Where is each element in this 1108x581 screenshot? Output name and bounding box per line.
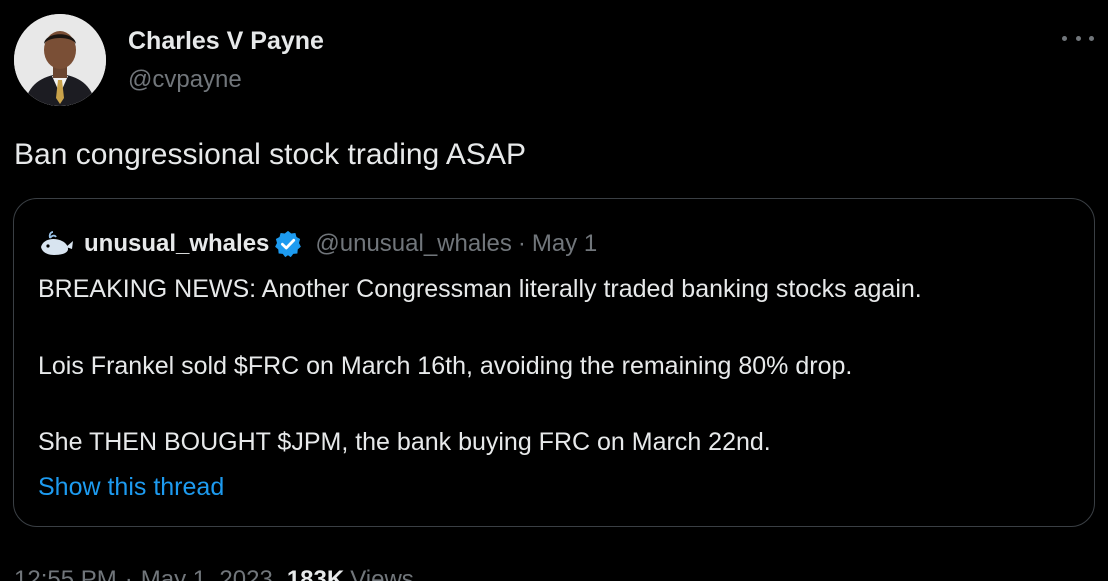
more-dot: [1089, 35, 1094, 41]
views-count: 183K: [286, 566, 345, 581]
author-display-name[interactable]: Charles V Payne: [128, 27, 324, 56]
verified-badge-icon: [275, 230, 302, 258]
tweet-date[interactable]: May 1, 2023: [141, 566, 273, 581]
quoted-tweet-card[interactable]: unusual_whales @unusual_whales · May 1 B…: [13, 198, 1095, 527]
header-separator: ·: [517, 230, 526, 257]
tweet-text: Ban congressional stock trading ASAP: [14, 138, 526, 171]
quoted-tweet-line: BREAKING NEWS: Another Congressman liter…: [38, 275, 922, 303]
tweet-container: Charles V Payne @cvpayne Ban congression…: [0, 0, 1108, 581]
show-thread-link[interactable]: Show this thread: [38, 473, 224, 502]
author-handle[interactable]: @cvpayne: [128, 66, 242, 94]
whale-icon: [41, 231, 73, 255]
more-dot: [1062, 35, 1067, 41]
more-dot: [1075, 35, 1081, 41]
quoted-author-handle[interactable]: @unusual_whales: [315, 230, 512, 258]
quoted-tweet-header: unusual_whales @unusual_whales · May 1: [38, 228, 597, 260]
tweet-meta-row: 12:55 PM · May 1, 2023 183K Views: [14, 566, 414, 581]
quoted-tweet-date[interactable]: May 1: [532, 230, 597, 258]
quoted-tweet-line: Lois Frankel sold $FRC on March 16th, av…: [38, 352, 853, 380]
quoted-tweet-line: She THEN BOUGHT $JPM, the bank buying FR…: [38, 428, 771, 456]
more-options-icon[interactable]: [1062, 26, 1094, 50]
avatar[interactable]: [14, 14, 106, 106]
quoted-author-name[interactable]: unusual_whales: [84, 230, 269, 258]
meta-separator: ·: [124, 566, 133, 581]
tweet-time[interactable]: 12:55 PM: [14, 566, 117, 581]
views-label: Views: [350, 566, 414, 581]
